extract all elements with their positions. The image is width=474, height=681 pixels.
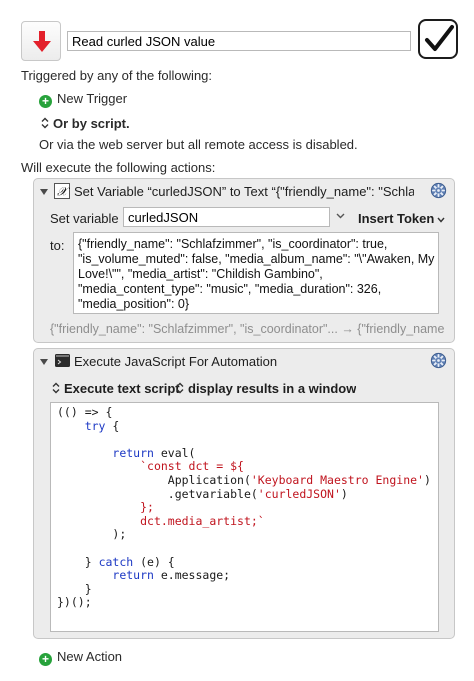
result-option-popup[interactable]: display results in a window: [176, 381, 356, 396]
terminal-icon: [55, 354, 70, 367]
text-line: Love!\"", "media_artist": "Childish Gamb…: [78, 267, 323, 281]
macro-icon[interactable]: [21, 21, 61, 61]
text-line: "media_content_type": "music", "media_du…: [78, 282, 382, 296]
actions-heading: Will execute the following actions:: [21, 160, 216, 175]
up-down-arrows-icon: [176, 382, 184, 394]
code-line: })();: [57, 595, 92, 610]
checkmark-icon: [425, 25, 454, 51]
macro-enable-checkbox[interactable]: [418, 19, 458, 59]
execute-option-popup[interactable]: Execute text script: [52, 381, 180, 396]
code-line: return eval(: [112, 445, 196, 460]
insert-token-button[interactable]: Insert Token: [358, 211, 445, 226]
jxa-action-title: Execute JavaScript For Automation: [74, 354, 278, 369]
text-line: {"friendly_name": "Schlafzimmer", "is_co…: [78, 237, 388, 251]
or-by-script-popup[interactable]: Or by script.: [41, 116, 130, 131]
code-line: };: [140, 500, 154, 515]
text-line: "media_position": 0}: [78, 297, 190, 311]
code-line: (() => {: [57, 405, 113, 419]
web-server-note: Or via the web server but all remote acc…: [39, 137, 358, 152]
new-trigger-label: New Trigger: [57, 91, 128, 106]
set-variable-label: Set variable: [50, 211, 119, 226]
execute-option-label: Execute text script: [64, 381, 180, 396]
to-label: to:: [50, 238, 65, 253]
code-line: try {: [84, 418, 120, 433]
code-line: dct.media_artist;`: [140, 513, 265, 528]
set-variable-action[interactable]: 𝒳 Set Variable “curledJSON” to Text “{"f…: [33, 178, 455, 343]
new-action-button[interactable]: + New Action: [39, 649, 122, 666]
code-line: `const dct = ${: [140, 459, 244, 474]
disclosure-triangle-icon[interactable]: [40, 359, 48, 365]
disclosure-triangle-icon[interactable]: [40, 189, 48, 195]
set-variable-title: Set Variable “curledJSON” to Text “{"fri…: [74, 184, 414, 199]
macro-name-field[interactable]: Read curled JSON value: [67, 31, 411, 51]
code-line: } catch (e) {: [84, 554, 175, 569]
gear-icon[interactable]: [430, 182, 447, 199]
insert-token-label: Insert Token: [358, 211, 435, 226]
variable-menu-chevron-icon[interactable]: [336, 213, 345, 219]
red-down-arrow-icon: [33, 31, 51, 52]
up-down-arrows-icon: [41, 117, 49, 129]
new-trigger-button[interactable]: + New Trigger: [39, 91, 127, 108]
variable-x-icon: 𝒳: [54, 183, 70, 199]
chevron-down-icon: [437, 217, 445, 223]
result-preview: {"friendly_name": "Schlafzimmer", "is_co…: [50, 322, 444, 336]
plus-icon: +: [39, 95, 52, 108]
up-down-arrows-icon: [52, 382, 60, 394]
execute-jxa-action[interactable]: Execute JavaScript For Automation Execut…: [33, 348, 455, 639]
code-line: .getvariable('curledJSON'): [167, 486, 348, 501]
code-line: );: [112, 527, 127, 542]
code-line: Application('Keyboard Maestro Engine'): [167, 472, 431, 487]
new-action-label: New Action: [57, 649, 123, 664]
script-editor[interactable]: (() => { try { return eval( `const dct =…: [50, 402, 439, 632]
gear-icon[interactable]: [430, 352, 447, 369]
plus-icon: +: [39, 653, 52, 666]
variable-name-field[interactable]: curledJSON: [123, 207, 330, 227]
triggers-heading: Triggered by any of the following:: [21, 68, 213, 83]
or-by-script-label: Or by script.: [53, 116, 130, 131]
code-line: return e.message;: [112, 568, 231, 583]
text-line: "is_volume_muted": false, "media_album_n…: [78, 252, 435, 266]
text-value-field[interactable]: {"friendly_name": "Schlafzimmer", "is_co…: [73, 232, 439, 314]
result-option-label: display results in a window: [188, 381, 357, 396]
code-line: }: [84, 581, 92, 596]
